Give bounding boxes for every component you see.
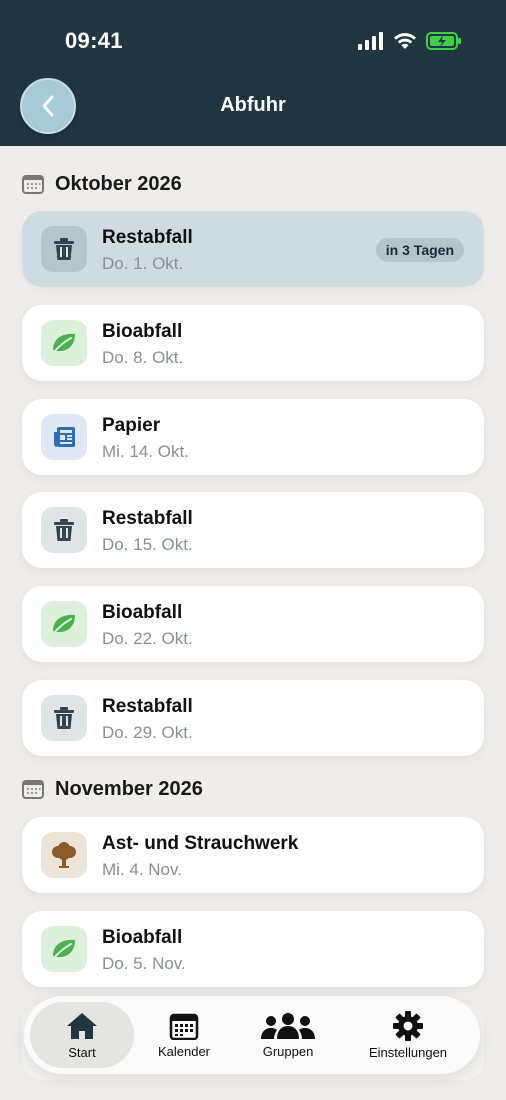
icon-container — [41, 226, 87, 272]
list-item-papier[interactable]: Papier Mi. 14. Okt. — [22, 399, 484, 475]
item-title: Restabfall — [102, 508, 193, 529]
list-item-bioabfall[interactable]: Bioabfall Do. 22. Okt. — [22, 586, 484, 662]
item-title: Bioabfall — [102, 602, 183, 623]
list-item-restabfall[interactable]: Restabfall Do. 1. Okt. in 3 Tagen — [22, 211, 484, 287]
page-title: Abfuhr — [220, 94, 286, 116]
tab-einstellungen[interactable]: Einstellungen — [360, 996, 456, 1074]
status-time: 09:41 — [65, 28, 123, 53]
item-date: Do. 15. Okt. — [102, 535, 193, 554]
icon-container — [41, 320, 87, 366]
trash-icon — [54, 707, 74, 729]
icon-container — [41, 926, 87, 972]
list-item-bioabfall[interactable]: Bioabfall Do. 5. Nov. — [22, 911, 484, 987]
list-item-bioabfall[interactable]: Bioabfall Do. 8. Okt. — [22, 305, 484, 381]
wifi-icon — [394, 33, 416, 49]
item-title: Bioabfall — [102, 321, 183, 342]
item-title: Bioabfall — [102, 927, 183, 948]
list-item-restabfall[interactable]: Restabfall Do. 15. Okt. — [22, 492, 484, 568]
tab-label: Start — [68, 1044, 96, 1060]
newspaper-icon — [54, 427, 75, 447]
month-label: November 2026 — [55, 777, 203, 800]
tab-kalender[interactable]: Kalender — [144, 996, 224, 1074]
gear-icon — [393, 1010, 423, 1041]
signal-icon — [358, 32, 383, 50]
app-header: 09:41 Abfuhr — [0, 0, 506, 146]
item-title: Ast- und Strauchwerk — [102, 833, 299, 854]
icon-container — [41, 695, 87, 741]
list-item-restabfall[interactable]: Restabfall Do. 29. Okt. — [22, 680, 484, 756]
icon-container — [41, 601, 87, 647]
item-date: Do. 8. Okt. — [102, 348, 184, 367]
item-date: Do. 29. Okt. — [102, 723, 193, 742]
icon-container — [41, 414, 87, 460]
tree-icon — [52, 842, 76, 868]
leaf-icon — [53, 333, 75, 353]
home-icon — [67, 1012, 97, 1039]
item-title: Papier — [102, 415, 161, 436]
list-item-ast-strauchwerk[interactable]: Ast- und Strauchwerk Mi. 4. Nov. — [22, 817, 484, 893]
month-header-november: November 2026 — [22, 776, 203, 802]
tab-label: Einstellungen — [368, 1044, 448, 1060]
tab-label: Gruppen — [262, 1043, 314, 1059]
item-title: Restabfall — [102, 696, 193, 717]
calendar-icon — [22, 175, 44, 194]
tab-bar: Start Kalender Gruppen Einstellungen — [24, 996, 480, 1074]
item-date: Mi. 4. Nov. — [102, 860, 182, 879]
battery-icon — [426, 32, 461, 50]
calendar-icon — [169, 1013, 199, 1040]
item-date: Mi. 14. Okt. — [102, 442, 189, 461]
groups-icon — [261, 1012, 315, 1039]
leaf-icon — [53, 614, 75, 634]
calendar-icon — [22, 780, 44, 799]
leaf-icon — [53, 939, 75, 959]
icon-container — [41, 507, 87, 553]
icon-container — [41, 832, 87, 878]
tab-gruppen[interactable]: Gruppen — [248, 996, 328, 1074]
trash-icon — [54, 519, 74, 541]
item-date: Do. 22. Okt. — [102, 629, 193, 648]
trash-icon — [54, 238, 74, 260]
item-title: Restabfall — [102, 227, 193, 248]
countdown-badge: in 3 Tagen — [375, 238, 464, 262]
tab-start[interactable]: Start — [30, 1002, 134, 1068]
status-icons — [358, 30, 462, 52]
month-label: Oktober 2026 — [55, 172, 182, 195]
item-date: Do. 1. Okt. — [102, 254, 184, 273]
tab-label: Kalender — [157, 1043, 211, 1059]
item-date: Do. 5. Nov. — [102, 954, 186, 973]
month-header-oktober: Oktober 2026 — [22, 171, 182, 197]
